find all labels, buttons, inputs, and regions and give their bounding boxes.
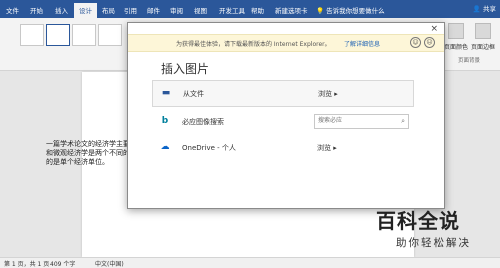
ie-notice-text: 为获得最佳体验，请下载最新版本的 Internet Explorer。 (176, 41, 331, 48)
ie-notice-bar: 为获得最佳体验，请下载最新版本的 Internet Explorer。 了解详细… (128, 34, 444, 52)
lightbulb-icon: 💡 (316, 7, 327, 15)
insert-picture-dialog: × 为获得最佳体验，请下载最新版本的 Internet Explorer。 了解… (127, 22, 445, 209)
onedrive-row[interactable]: ☁ OneDrive - 个人 浏览 ▸ (152, 135, 412, 160)
bing-search-row[interactable]: b 必应图像搜索 ⌕ (152, 109, 412, 134)
tab-developer[interactable]: 开发工具 (219, 5, 245, 15)
tab-insert[interactable]: 插入 (55, 5, 68, 15)
style-thumbnail[interactable] (72, 24, 96, 46)
page-borders-icon (475, 23, 491, 39)
style-thumbnail[interactable] (46, 24, 70, 46)
share-button[interactable]: 👤 共享 (473, 3, 496, 13)
bing-icon: b (161, 116, 169, 126)
bing-search-input[interactable] (315, 115, 393, 126)
tab-help[interactable]: 帮助 (251, 5, 264, 15)
close-icon[interactable]: × (430, 24, 438, 34)
folder-icon: ▬ (161, 88, 171, 98)
onedrive-label: OneDrive - 个人 (182, 144, 236, 152)
frown-feedback-icon[interactable]: ☹ (424, 37, 435, 48)
learn-more-link[interactable]: 了解详细信息 (344, 39, 380, 48)
tab-review[interactable]: 审阅 (170, 5, 183, 15)
tab-new[interactable]: 新建选项卡 (275, 5, 308, 15)
page-color-button[interactable]: 页面颜色 (443, 23, 469, 51)
tab-design[interactable]: 设计 (74, 3, 97, 19)
style-thumbnail[interactable] (98, 24, 122, 46)
page-color-icon (448, 23, 464, 39)
tab-file[interactable]: 文件 (6, 5, 19, 15)
from-file-label: 从文件 (183, 90, 204, 98)
tab-references[interactable]: 引用 (124, 5, 137, 15)
bing-search-label: 必应图像搜索 (182, 118, 224, 126)
dialog-title: 插入图片 (161, 62, 210, 76)
tab-view[interactable]: 视图 (194, 5, 207, 15)
watermark-subtitle: 助你轻松解决 (396, 237, 471, 249)
status-bar: 第 1 页，共 1 页 409 个字 中文(中国) (0, 257, 500, 268)
bing-search-box[interactable]: ⌕ (314, 114, 409, 129)
style-thumbnail[interactable] (20, 24, 44, 46)
browse-button[interactable]: 浏览 ▸ (318, 89, 338, 99)
tab-mailings[interactable]: 邮件 (147, 5, 160, 15)
page-borders-button[interactable]: 页面边框 (470, 23, 496, 51)
browse-button[interactable]: 浏览 ▸ (317, 143, 337, 153)
watermark-title: 百科全说 (376, 209, 460, 233)
smile-feedback-icon[interactable]: ☺ (410, 37, 421, 48)
from-file-row[interactable]: ▬ 从文件 浏览 ▸ (152, 80, 414, 107)
tell-me-box[interactable]: 💡 告诉我你想要做什么 (316, 5, 385, 15)
tab-layout[interactable]: 布局 (102, 5, 115, 15)
tab-home[interactable]: 开始 (30, 5, 43, 15)
ribbon-tab-bar: 文件 开始 插入 设计 布局 引用 邮件 审阅 视图 开发工具 帮助 新建选项卡… (0, 0, 500, 19)
group-label-page-background: 页面背景 (458, 58, 481, 64)
onedrive-icon: ☁ (160, 142, 170, 152)
search-icon[interactable]: ⌕ (401, 117, 405, 126)
person-icon: 👤 (472, 5, 481, 13)
